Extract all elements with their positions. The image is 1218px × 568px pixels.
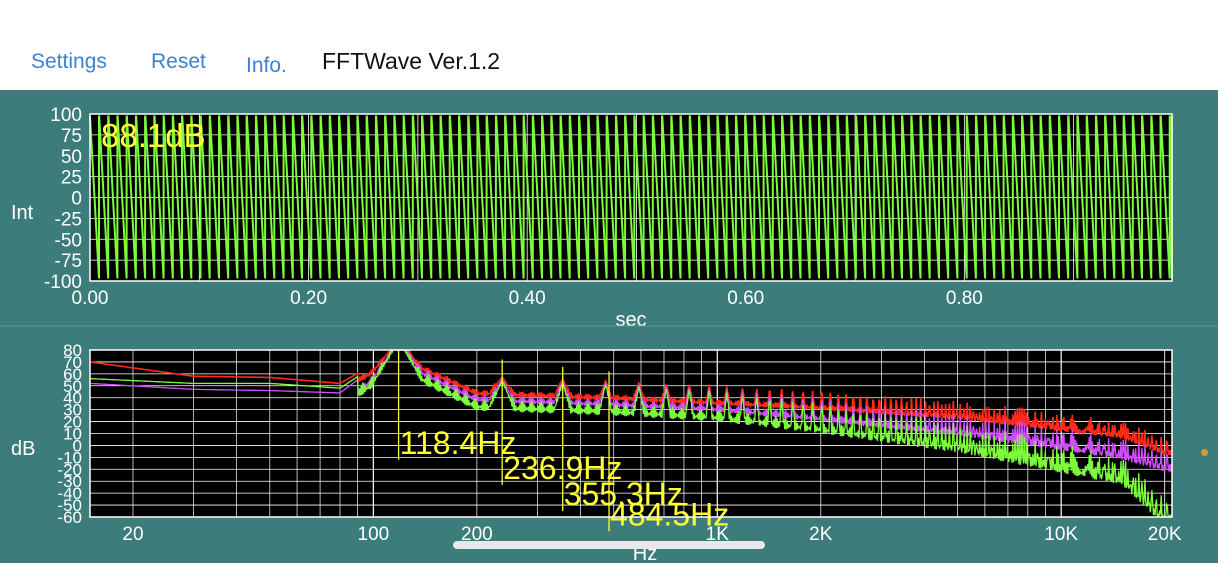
side-indicator-dot	[1201, 449, 1208, 456]
plots-svg: 1007550250-25-50-75-100 0.00 0.20 0.40 0.60…	[0, 105, 1218, 565]
waveform-y-tick-label: -75	[55, 251, 82, 272]
info-button[interactable]: Info.	[246, 54, 287, 78]
waveform-x-tick-label: 0.60	[727, 288, 764, 309]
level-readout: 88.1dB	[101, 117, 206, 154]
waveform-y-tick-label: 0	[71, 189, 82, 210]
spectrum-y-axis-label: dB	[11, 438, 35, 460]
waveform-x-axis-label: sec	[615, 309, 646, 331]
reset-button[interactable]: Reset	[151, 50, 206, 74]
app-title: FFTWave Ver.1.2	[322, 48, 501, 74]
spectrum-x-tick-label: 2K	[809, 524, 833, 545]
spectrum-y-tick-label: -60	[57, 508, 82, 527]
settings-button[interactable]: Settings	[31, 50, 107, 74]
spectrum-x-tick-label: 10K	[1044, 524, 1078, 545]
spectrum-x-tick-label: 20	[122, 524, 143, 545]
waveform-y-tick-label: 25	[61, 168, 82, 189]
peak-label: 118.4Hz	[400, 425, 517, 461]
waveform-x-tick-label: 0.80	[946, 288, 983, 309]
spectrum-x-tick-label: 20K	[1148, 524, 1182, 545]
waveform-x-tick-label: 0.20	[290, 288, 327, 309]
waveform-y-tick-label: -50	[55, 230, 82, 251]
plot-panel: 100 75 50 25 0 -25 -50 -75 -100 0.00 0.20 0.40 0.60…	[0, 90, 1218, 565]
waveform-x-tick-label: 0.00	[72, 288, 109, 309]
home-indicator[interactable]	[453, 541, 765, 549]
waveform-y-tick-label: 75	[61, 126, 82, 147]
waveform-x-ticks: 0.00 0.20 0.40 0.60 0.80	[72, 288, 983, 309]
waveform-y-tick-label: 50	[61, 147, 82, 168]
spectrum-y-ticks: 80706050403020100-10-20-30-40-50-60	[57, 341, 82, 527]
waveform-x-tick-label: 0.40	[509, 288, 546, 309]
waveform-y-ticks: 1007550250-25-50-75-100	[44, 105, 82, 293]
waveform-y-axis-label: Int	[11, 202, 34, 224]
waveform-y-tick-label: 100	[50, 105, 82, 126]
toolbar: Settings Reset Info. FFTWave Ver.1.2	[0, 0, 1218, 90]
waveform-y-tick-label: -25	[55, 209, 82, 230]
spectrum-x-tick-label: 100	[358, 524, 390, 545]
